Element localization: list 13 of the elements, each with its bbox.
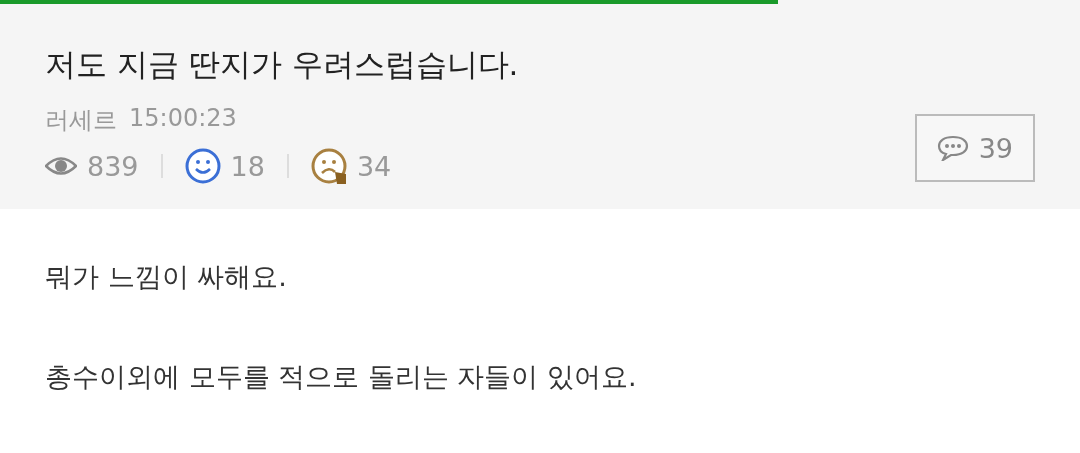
frown-face-icon [310, 148, 347, 184]
views-count: 839 [87, 150, 139, 182]
likes-count: 18 [230, 150, 265, 182]
dislikes-count: 34 [356, 150, 392, 182]
smiley-icon [184, 148, 221, 184]
author-name: 러세르 [45, 105, 117, 136]
comment-icon [936, 135, 969, 161]
post-title: 저도 지금 딴지가 우려스럽습니다. [45, 45, 519, 84]
comments-button[interactable]: 39 [914, 114, 1035, 182]
body-paragraph: 뭐가 느낌이 싸해요. [45, 260, 288, 294]
body-paragraph: 총수이외에 모두를 적으로 돌리는 자들이 있어요. [45, 360, 638, 394]
eye-icon [45, 155, 77, 177]
post-time: 15:00:23 [129, 104, 237, 134]
